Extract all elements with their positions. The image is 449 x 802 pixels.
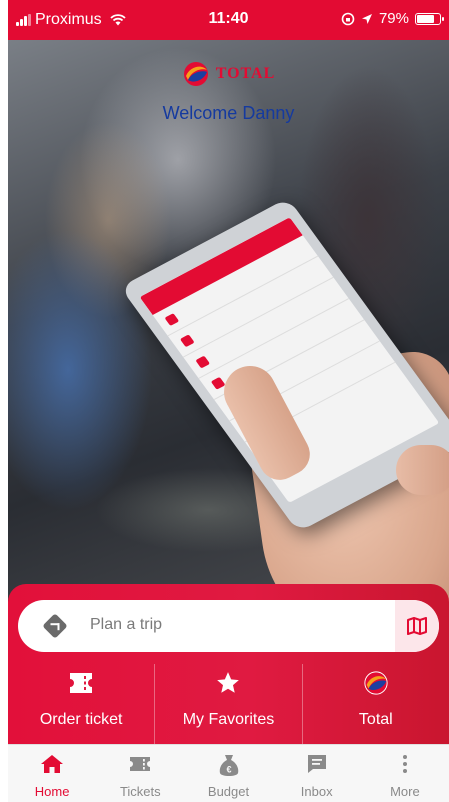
tab-budget-label: Budget: [207, 784, 250, 799]
map-icon: [407, 617, 427, 635]
more-icon: [402, 755, 407, 773]
total-logo-icon: [364, 671, 388, 695]
total-label: Total: [358, 711, 393, 728]
tab-tickets[interactable]: Tickets: [96, 745, 184, 802]
battery-percent: 79%: [378, 10, 409, 27]
tab-bar: Home Tickets € Budget Inbox More: [8, 744, 449, 802]
ticket-icon: [70, 673, 93, 693]
star-icon: [217, 672, 240, 693]
rotation-lock-icon: [341, 12, 355, 25]
background-photo: [8, 40, 449, 664]
my-favorites-button[interactable]: My Favorites: [154, 664, 301, 744]
tab-home[interactable]: Home: [8, 745, 96, 802]
tab-tickets-label: Tickets: [119, 784, 161, 799]
total-button[interactable]: Total: [301, 664, 449, 744]
map-button[interactable]: [395, 600, 439, 652]
directions-icon: [42, 613, 68, 639]
tab-inbox-label: Inbox: [300, 784, 333, 799]
status-bar: Proximus 11:40 79%: [8, 0, 449, 40]
svg-text:€: €: [226, 765, 231, 775]
tab-more[interactable]: More: [361, 745, 449, 802]
order-ticket-button[interactable]: Order ticket: [8, 664, 154, 744]
welcome-message: Welcome Danny: [162, 103, 295, 123]
money-bag-icon: €: [219, 755, 238, 776]
search-placeholder[interactable]: Plan a trip: [90, 616, 162, 634]
inbox-icon: [307, 755, 326, 773]
order-ticket-label: Order ticket: [39, 711, 123, 728]
finger-image: [396, 445, 449, 495]
brand-logo: TOTAL: [8, 60, 449, 88]
quick-actions: Order ticket My Favorites Total: [8, 664, 449, 744]
home-icon: [41, 755, 64, 773]
total-logo-icon: [183, 62, 208, 86]
tab-budget[interactable]: € Budget: [184, 745, 272, 802]
tab-inbox[interactable]: Inbox: [273, 745, 361, 802]
plan-trip-search[interactable]: Plan a trip: [18, 600, 439, 652]
battery-icon: [415, 12, 444, 25]
my-favorites-label: My Favorites: [182, 711, 275, 728]
tickets-icon: [130, 757, 151, 771]
brand-name: TOTAL: [215, 65, 276, 82]
tab-more-label: More: [390, 784, 420, 799]
action-panel: Plan a trip Order ticket My Favorites To…: [8, 584, 449, 744]
location-icon: [361, 13, 372, 24]
app-screen: Proximus 11:40 79% TOTAL Welcome Danny P…: [8, 0, 449, 802]
tab-home-label: Home: [34, 784, 70, 799]
